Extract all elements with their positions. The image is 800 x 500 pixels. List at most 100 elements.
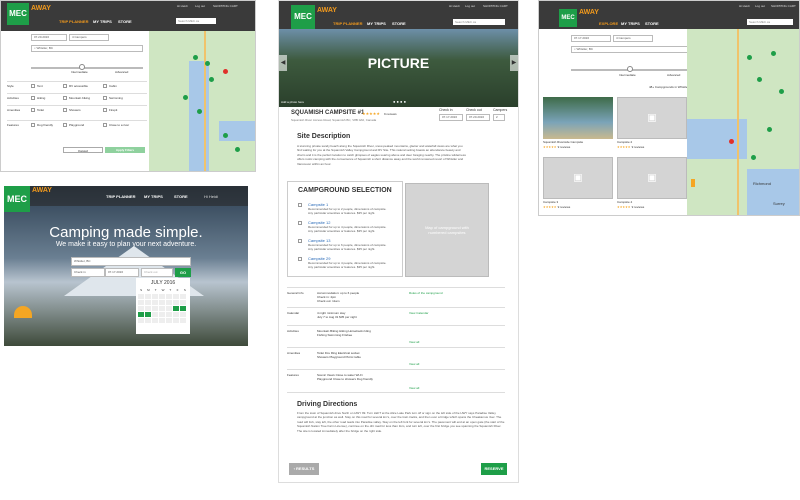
campsite-pin[interactable] xyxy=(205,61,210,66)
campsite-option[interactable]: Campsite 12 Recommended for up to 4 peop… xyxy=(298,220,402,233)
nav-explore[interactable]: EXPLORE xyxy=(599,21,618,26)
search-input[interactable]: Search MEC.ca xyxy=(176,18,216,24)
location-input[interactable]: ⌕ Whistler, BC xyxy=(571,46,701,53)
result-card[interactable]: ▣ Campsite 3 ★★★★★ 9 reviews xyxy=(543,157,613,209)
info-link[interactable]: Rules of the campground xyxy=(409,291,443,295)
checkin-field[interactable]: 07.17.2016 xyxy=(439,114,463,121)
nav-store[interactable]: STORE xyxy=(118,19,132,24)
filter-option[interactable]: Swimming xyxy=(103,96,123,101)
cart-link[interactable]: SHOPPING CART xyxy=(771,4,796,8)
difficulty-slider[interactable] xyxy=(31,67,143,69)
campsite-pin[interactable] xyxy=(747,55,752,60)
checkin-field[interactable]: Check in xyxy=(71,268,105,277)
location-input[interactable]: Whistler, BC xyxy=(71,257,191,266)
checkin-field[interactable]: 07.17.2016 xyxy=(571,35,611,42)
campsite-pin[interactable] xyxy=(197,109,202,114)
campsite-pin[interactable] xyxy=(235,147,240,152)
filter-option[interactable]: Showers xyxy=(63,108,81,113)
campsite-pin[interactable] xyxy=(779,89,784,94)
cart-link[interactable]: SHOPPING CART xyxy=(213,4,238,8)
logout-link[interactable]: Log out xyxy=(465,4,475,8)
filter-option[interactable]: RV accessible xyxy=(63,84,88,89)
search-input[interactable]: Search MEC.ca xyxy=(453,19,505,25)
logout-link[interactable]: Log out xyxy=(195,4,205,8)
carousel-next-icon[interactable]: ▶ xyxy=(510,55,518,71)
result-card[interactable]: Squamish Riverside Campsite ★★★★★ 9 revi… xyxy=(543,97,613,149)
nav-store[interactable]: STORE xyxy=(174,194,188,199)
map-view[interactable] xyxy=(149,31,255,171)
filter-option[interactable]: Cabin xyxy=(103,84,117,89)
campsite-pin[interactable] xyxy=(209,77,214,82)
location-input[interactable]: ⌕ Whistler, BC xyxy=(31,45,143,52)
campsite-pin[interactable] xyxy=(771,51,776,56)
nav-trip-planner[interactable]: TRIP PLANNER xyxy=(59,19,88,24)
slider-handle[interactable] xyxy=(627,66,633,72)
nav-trip-planner[interactable]: TRIP PLANNER xyxy=(106,194,135,199)
result-name[interactable]: Squamish Riverside Campsite xyxy=(543,140,613,144)
mec-logo[interactable]: MEC xyxy=(291,5,315,29)
result-name[interactable]: Campsite 4 xyxy=(617,200,687,204)
filter-option[interactable]: Close to a river xyxy=(103,123,129,128)
result-name[interactable]: Campsite 2 xyxy=(617,140,687,144)
campsite-option[interactable]: Campsite 1 Recommended for up to 2 peopl… xyxy=(298,202,402,215)
filter-option[interactable]: Firepit xyxy=(103,108,117,113)
info-link[interactable]: View all xyxy=(409,340,419,344)
go-button[interactable]: GO xyxy=(175,268,191,277)
logout-link[interactable]: Log out xyxy=(755,4,765,8)
campers-select[interactable]: 4 Campers xyxy=(69,34,109,41)
checkin-date-value[interactable]: 07.17.2016 xyxy=(105,268,139,277)
campsite-pin[interactable] xyxy=(183,95,188,100)
mec-logo[interactable]: MEC xyxy=(4,186,30,212)
cart-link[interactable]: SHOPPING CART xyxy=(483,4,508,8)
campsite-photo-carousel[interactable]: PICTURE ◀ ▶ Add a photo here ● ● ● ● xyxy=(279,29,518,107)
nav-store[interactable]: STORE xyxy=(392,21,406,26)
result-card[interactable]: ▣ Campsite 4 ★★★★★ 9 reviews xyxy=(617,157,687,209)
campers-select[interactable]: 4 Campers xyxy=(613,35,653,42)
info-link[interactable]: View Calendar xyxy=(409,311,428,315)
add-photo-link[interactable]: Add a photo here xyxy=(281,100,304,104)
filter-option[interactable]: Toilet xyxy=(31,108,44,113)
search-input[interactable]: Search MEC.ca xyxy=(747,19,793,25)
carousel-dots[interactable]: ● ● ● ● xyxy=(393,99,406,104)
checkout-field[interactable]: 07.20.2016 xyxy=(466,114,490,121)
campers-select[interactable]: 2 xyxy=(493,114,505,121)
filter-option[interactable]: Mountain biking xyxy=(63,96,90,101)
campsite-pin[interactable] xyxy=(751,155,756,160)
result-card[interactable]: ▣ Campsite 2 ★★★★★ 9 reviews xyxy=(617,97,687,149)
filter-option[interactable]: Dog friendly xyxy=(31,123,53,128)
map-view[interactable]: Richmond Surrey xyxy=(687,29,799,215)
back-to-results-button[interactable]: ‹ RESULTS xyxy=(289,463,319,475)
result-name[interactable]: Campsite 3 xyxy=(543,200,613,204)
mec-logo[interactable]: MEC xyxy=(7,3,29,25)
campsite-option[interactable]: Campsite 13 Recommended for up to 6 peop… xyxy=(298,238,402,251)
mec-logo[interactable]: MEC xyxy=(559,9,577,27)
nav-my-trips[interactable]: MY TRIPS xyxy=(144,194,163,199)
date-picker[interactable]: JULY 2016 S M T W T F S xyxy=(136,278,190,334)
checkin-field[interactable]: 07.20.2016 xyxy=(31,34,67,41)
apply-filters-button[interactable]: Apply Filters xyxy=(105,147,145,153)
filter-option[interactable]: Hiking xyxy=(31,96,45,101)
campsite-pin[interactable] xyxy=(757,77,762,82)
nav-my-trips[interactable]: MY TRIPS xyxy=(93,19,112,24)
difficulty-slider[interactable] xyxy=(571,69,701,71)
campsite-pin[interactable] xyxy=(193,55,198,60)
campsite-pin[interactable] xyxy=(767,127,772,132)
nav-store[interactable]: STORE xyxy=(645,21,659,26)
nav-my-trips[interactable]: MY TRIPS xyxy=(621,21,640,26)
filter-option[interactable]: Playground xyxy=(63,123,84,128)
info-link[interactable]: View all xyxy=(409,386,419,390)
nav-my-trips[interactable]: MY TRIPS xyxy=(367,21,386,26)
campsite-pin[interactable] xyxy=(223,133,228,138)
info-link[interactable]: View all xyxy=(409,362,419,366)
checkout-field[interactable]: Check out xyxy=(141,268,173,277)
selected-campsite-pin[interactable] xyxy=(729,139,734,144)
nav-trip-planner[interactable]: TRIP PLANNER xyxy=(333,21,362,26)
filter-option[interactable]: Tent xyxy=(31,84,43,89)
street-view-icon[interactable] xyxy=(691,179,695,187)
campsite-option[interactable]: Campsite 29 Recommended for up to 4 peop… xyxy=(298,256,402,269)
carousel-prev-icon[interactable]: ◀ xyxy=(279,55,287,71)
cancel-button[interactable]: Cancel xyxy=(63,147,103,153)
reserve-button[interactable]: RESERVE xyxy=(481,463,507,475)
review-count[interactable]: 9 reviews xyxy=(384,112,397,116)
selected-campsite-pin[interactable] xyxy=(223,69,228,74)
